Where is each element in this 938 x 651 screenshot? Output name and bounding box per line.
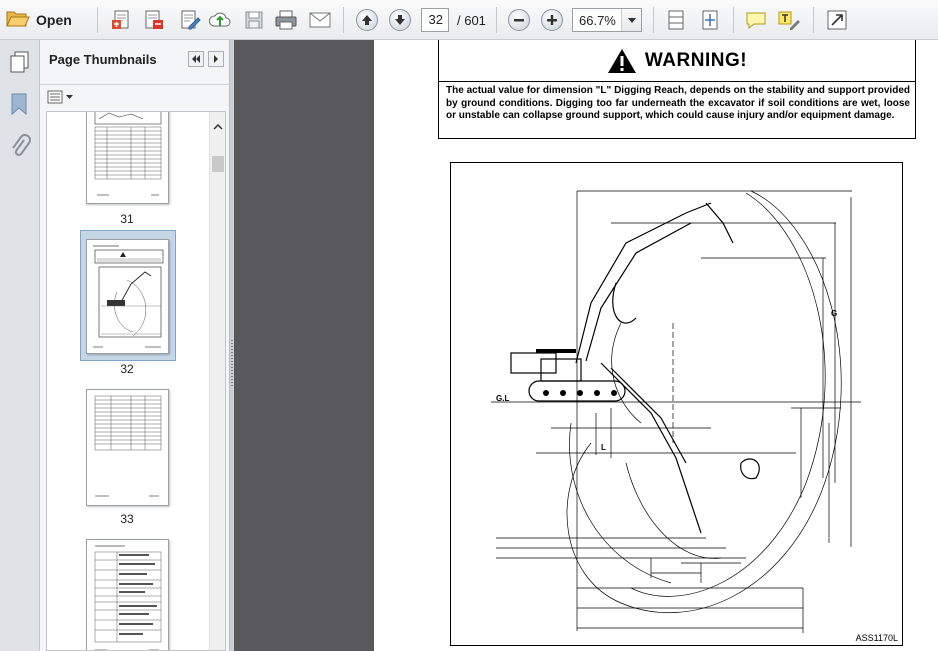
comment-button[interactable] [744, 8, 768, 32]
thumbnail-scrollbar[interactable] [209, 112, 225, 650]
double-chevron-left-icon [192, 55, 200, 63]
toolbar-separator [653, 7, 654, 33]
save-icon [245, 11, 263, 29]
toolbar-separator [97, 7, 98, 33]
fit-page-icon [702, 10, 718, 30]
fit-width-button[interactable] [664, 8, 688, 32]
export-pdf-button[interactable] [142, 8, 166, 32]
page-thumbnails-panel: Page Thumbnails 31 32 33 [40, 40, 230, 651]
bookmark-icon [11, 93, 27, 116]
previous-page-button[interactable] [355, 8, 379, 32]
open-button[interactable]: Open [6, 7, 72, 33]
warning-title: WARNING! [644, 49, 748, 71]
warning-header: WARNING! [439, 40, 915, 82]
main-toolbar: Open 32 / 601 66.7% [0, 0, 938, 40]
open-label: Open [36, 12, 72, 28]
highlight-text-button[interactable] [777, 8, 801, 32]
paperclip-icon [12, 134, 31, 156]
thumbnail-page-31[interactable] [86, 112, 169, 204]
navigation-rail [0, 40, 40, 651]
fit-width-icon [668, 10, 684, 30]
folder-open-icon [6, 8, 30, 33]
ground-line-label: G.L [496, 394, 510, 403]
upload-button[interactable] [208, 8, 232, 32]
zoom-out-icon [514, 19, 524, 22]
zoom-in-icon [547, 15, 557, 25]
chevron-up-icon[interactable] [213, 117, 223, 135]
options-list-icon [47, 90, 63, 104]
thumbnail-list[interactable]: 31 32 33 [46, 111, 226, 651]
current-page-input[interactable]: 32 [421, 8, 449, 32]
zoom-select[interactable]: 66.7% [572, 8, 642, 32]
edit-pdf-button[interactable] [178, 8, 202, 32]
highlight-text-icon [778, 11, 800, 30]
thumbnail-options-button[interactable] [47, 90, 73, 104]
toolbar-separator [496, 7, 497, 33]
pages-icon [10, 51, 29, 73]
thumbnail-page-32[interactable] [86, 239, 169, 354]
previous-page-icon [362, 15, 372, 25]
thumbnail-page-33[interactable] [86, 389, 169, 506]
excavator-diagram [491, 190, 861, 633]
digging-range-figure: G.L L G ASS1170L [450, 162, 903, 646]
email-button[interactable] [308, 8, 332, 32]
document-page: WARNING! The actual value for dimension … [374, 40, 938, 651]
panel-title: Page Thumbnails [49, 52, 157, 67]
document-background [234, 40, 374, 651]
zoom-out-button[interactable] [507, 8, 531, 32]
edit-pdf-icon [181, 10, 201, 30]
thumbnail-label: 33 [120, 512, 134, 526]
zoom-in-button[interactable] [540, 8, 564, 32]
toolbar-separator [813, 7, 814, 33]
email-icon [309, 12, 331, 28]
warning-text: The actual value for dimension "L" Diggi… [446, 85, 910, 121]
export-pdf-icon [145, 10, 163, 29]
next-page-icon [395, 15, 405, 25]
fullscreen-button[interactable] [825, 8, 849, 32]
zoom-value: 66.7% [579, 13, 616, 28]
thumbnail-options-bar [40, 84, 230, 110]
figure-code: ASS1170L [855, 633, 898, 643]
warning-triangle-icon [607, 48, 636, 73]
scrollbar-thumb[interactable] [212, 156, 224, 172]
dimension-l-label: L [601, 443, 606, 452]
attachments-tab[interactable] [9, 134, 31, 165]
bookmarks-tab[interactable] [10, 92, 28, 121]
comment-icon [746, 12, 766, 30]
expand-panel-button[interactable] [208, 51, 224, 67]
page-thumbnails-tab[interactable] [9, 50, 31, 79]
thumbnail-label: 32 [120, 362, 134, 376]
thumbnail-label: 31 [120, 212, 134, 226]
thumbnail-page-34[interactable] [86, 539, 169, 650]
fit-page-button[interactable] [698, 8, 722, 32]
upload-icon [208, 12, 231, 27]
toolbar-separator [733, 7, 734, 33]
chevron-right-icon [214, 55, 218, 63]
toolbar-separator [343, 7, 344, 33]
create-pdf-button[interactable] [109, 8, 133, 32]
warning-box: WARNING! The actual value for dimension … [438, 40, 916, 139]
dimension-g-label: G [831, 309, 838, 318]
page-total: / 601 [457, 13, 486, 28]
print-button[interactable] [274, 8, 298, 32]
fullscreen-icon [827, 10, 847, 30]
print-icon [275, 10, 297, 30]
create-pdf-icon [112, 10, 129, 29]
next-page-button[interactable] [388, 8, 412, 32]
chevron-down-icon [66, 95, 73, 99]
collapse-panel-button[interactable] [188, 51, 204, 67]
chevron-down-icon[interactable] [621, 9, 641, 31]
save-button[interactable] [242, 8, 266, 32]
pdf-viewer-window: Open 32 / 601 66.7% Page Thumbnails 31 3… [0, 0, 938, 651]
